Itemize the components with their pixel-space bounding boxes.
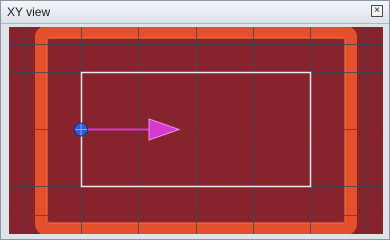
- xy-viewport[interactable]: [9, 27, 383, 234]
- close-button[interactable]: ×: [371, 5, 383, 17]
- xy-canvas[interactable]: [9, 27, 383, 234]
- window-titlebar[interactable]: XY view ×: [1, 1, 389, 24]
- xy-view-window: XY view ×: [0, 0, 390, 240]
- close-icon: ×: [374, 5, 380, 16]
- window-title: XY view: [7, 5, 51, 19]
